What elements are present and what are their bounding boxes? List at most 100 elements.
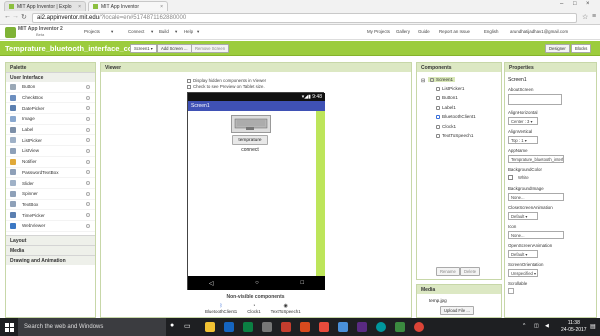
help-icon[interactable] [86,148,90,153]
help-icon[interactable] [86,116,90,121]
link-report-issue[interactable]: Report an Issue [439,29,470,34]
designer-button[interactable]: Designer [545,44,570,53]
palette-item-webviewer[interactable]: WebViewer [6,221,95,232]
help-icon[interactable] [86,202,90,207]
help-icon[interactable] [86,181,90,186]
reload-icon[interactable]: ↻ [21,13,27,21]
palette-item-passwordtextbox[interactable]: PasswordTextBox [6,168,95,179]
start-button[interactable] [0,318,18,336]
property-value-alignvertical[interactable]: Top : 1 ▾ [508,136,538,144]
media-file[interactable]: temp.jpg [429,298,447,303]
property-value-alignhorizontal[interactable]: Center : 3 ▾ [508,117,538,125]
remove-screen-button[interactable]: Remove Screen [191,44,230,53]
collapse-icon[interactable]: ⊟ [421,78,425,84]
browser-tab-1[interactable]: MIT App Inventor | Explo × [4,1,86,11]
tree-button1[interactable]: Button1 [436,95,458,100]
close-tab-icon[interactable]: × [160,4,163,10]
help-icon[interactable] [86,223,90,228]
app-icon[interactable] [338,322,348,332]
app-icon[interactable] [357,322,367,332]
tree-label1[interactable]: Label1 [436,105,456,110]
taskbar-search[interactable]: Search the web and Windows [18,318,166,336]
palette-item-spinner[interactable]: Spinner [6,189,95,200]
delete-button[interactable]: Delete [460,267,481,276]
office-icon[interactable] [300,322,310,332]
palette-item-button[interactable]: Button [6,82,95,93]
palette-item-textbox[interactable]: TextBox [6,200,95,211]
property-value-appname[interactable]: Temprature_bluetooth_interfa [508,155,564,163]
tree-clock1[interactable]: Clock1 [436,124,456,129]
property-value-screenorientation[interactable]: Unspecified ▾ [508,269,538,277]
tree-screen1[interactable]: Screen1 [428,77,456,82]
palette-item-listpicker[interactable]: ListPicker [6,135,95,147]
tree-bluetoothclient1[interactable]: BluetoothClient1 [436,114,476,119]
back-nav-icon[interactable]: ◁ [209,280,214,287]
help-icon[interactable] [86,159,90,164]
link-my-projects[interactable]: My Projects [367,29,390,34]
property-value-backgroundimage[interactable]: None... [508,193,564,201]
powerpoint-icon[interactable] [281,322,291,332]
home-nav-icon[interactable]: ○ [255,280,259,286]
palette-category-drawing[interactable]: Drawing and Animation [6,254,95,265]
calculator-icon[interactable] [262,322,272,332]
palette-item-label[interactable]: Label [6,125,95,136]
menu-projects[interactable]: Projects [84,29,100,34]
link-guide[interactable]: Guide [418,29,430,34]
palette-category-media[interactable]: Media [6,244,95,255]
user-account[interactable]: arundhatijadhav1@gmail.com [510,29,568,34]
tablet-preview-checkbox[interactable]: Check to see Preview on Tablet size. [187,84,265,89]
palette-item-checkbox[interactable]: CheckBox [6,93,95,104]
link-gallery[interactable]: Gallery [396,29,410,34]
notifications-icon[interactable]: ▤ [590,323,596,330]
help-icon[interactable] [86,170,90,175]
volume-icon[interactable]: ◀ [545,323,549,329]
arduino-icon[interactable] [376,322,386,332]
help-icon[interactable] [86,138,90,143]
palette-item-listview[interactable]: ListView [6,146,95,157]
temprature-button[interactable]: temprature [232,135,268,145]
hidden-components-checkbox[interactable]: Display hidden components in Viewer [187,78,266,83]
palette-category-user-interface[interactable]: User Interface [6,72,95,82]
excel-icon[interactable] [243,322,253,332]
minimize-icon[interactable]: – [560,1,563,7]
tree-texttospeech1[interactable]: TextToSpeech1 [436,133,473,138]
recents-nav-icon[interactable]: □ [301,280,305,286]
blocks-button[interactable]: Blocks [571,44,592,53]
property-value-icon[interactable]: None... [508,231,564,239]
tray-up-icon[interactable]: ^ [523,323,525,329]
palette-item-notifier[interactable]: Notifier [6,157,95,168]
screen-canvas[interactable]: temprature connect [188,111,316,276]
menu-build[interactable]: Build [159,29,169,34]
property-value-closescreenanimation[interactable]: Default ▾ [508,212,538,220]
nonvisible-bluetooth[interactable]: ᛒ BluetoothClient1 [205,303,237,314]
file-explorer-icon[interactable] [205,322,215,332]
back-icon[interactable]: ← [4,13,11,20]
help-icon[interactable] [86,95,90,100]
tree-listpicker1[interactable]: ListPicker1 [436,86,464,91]
help-icon[interactable] [86,127,90,132]
menu-help[interactable]: Help [184,29,193,34]
network-icon[interactable]: ◫ [534,323,539,329]
checkbox-icon[interactable] [187,78,191,83]
close-tab-icon[interactable]: × [78,4,81,10]
rename-button[interactable]: Rename [436,267,460,276]
taskbar-clock[interactable]: 11:38 24-05-2017 [561,320,587,333]
menu-connect[interactable]: Connect [128,29,144,34]
screen-select[interactable]: Screen1 ▾ [130,44,157,53]
screen-scrollbar[interactable] [316,111,325,276]
property-value-backgroundcolor[interactable]: White [516,174,556,182]
help-icon[interactable] [86,106,90,111]
nonvisible-clock[interactable]: ◔ Clock1 [247,303,260,314]
app-icon[interactable] [319,322,329,332]
property-value-aboutscreen[interactable] [508,94,562,105]
property-value-scrollable[interactable] [508,288,514,294]
upload-file-button[interactable]: Upload File ... [440,306,474,315]
link-language[interactable]: English [484,29,498,34]
mic-icon[interactable]: ● [170,322,174,329]
chrome-icon[interactable] [414,322,424,332]
help-icon[interactable] [86,213,90,218]
help-icon[interactable] [86,84,90,89]
palette-item-slider[interactable]: Slider [6,178,95,189]
word-icon[interactable] [224,322,234,332]
help-icon[interactable] [86,191,90,196]
